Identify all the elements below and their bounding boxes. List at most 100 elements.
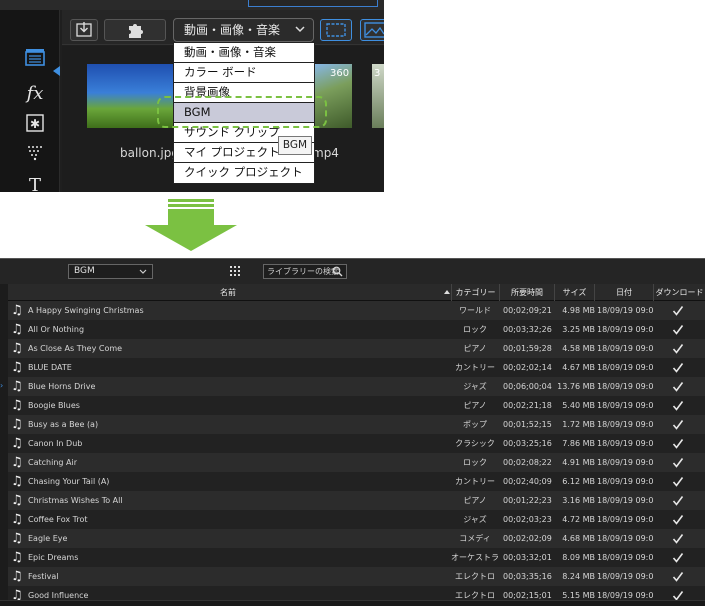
column-header-download[interactable]: ダウンロード — [653, 284, 705, 301]
table-row[interactable]: ♫ Busy as a Bee (a) ポップ 00;01;52;15 1.72… — [8, 415, 705, 434]
cell-category: カントリー — [455, 477, 495, 486]
category-select[interactable]: BGM — [68, 264, 153, 279]
bgm-highlight — [157, 96, 327, 128]
view-image-button[interactable] — [360, 19, 384, 41]
filter-select-value: 動画・画像・音楽 — [184, 23, 281, 37]
search-placeholder: ライブラリーの検索 — [267, 267, 339, 276]
cell-size: 4.58 MB — [562, 344, 595, 353]
cell-category: カントリー — [455, 363, 495, 372]
cell-date: 18/09/19 09:00 — [597, 553, 653, 562]
music-note-icon: ♫ — [11, 303, 23, 318]
downloaded-check-icon — [672, 553, 684, 563]
particle-room-icon[interactable]: ✱ — [22, 114, 48, 138]
table-row[interactable]: ♫ Catching Air ロック 00;02;08;22 4.91 MB 1… — [8, 453, 705, 472]
table-row[interactable]: ♫ Epic Dreams オーケストラ 00;03;32;01 8.09 MB… — [8, 548, 705, 567]
transition-icon — [28, 146, 42, 161]
cell-name: Blue Horns Drive — [28, 382, 96, 391]
title-icon[interactable]: T — [22, 174, 48, 192]
top-strip — [0, 0, 384, 10]
cell-date: 18/09/19 09:00 — [597, 325, 653, 334]
column-header-size[interactable]: サイズ — [554, 284, 594, 301]
puzzle-icon — [129, 24, 143, 38]
landscape-icon — [364, 22, 384, 38]
library-search-input[interactable]: ライブラリーの検索 — [263, 264, 347, 279]
cell-name: As Close As They Come — [28, 344, 123, 353]
column-header-duration[interactable]: 所要時間 — [499, 284, 554, 301]
music-note-icon: ♫ — [11, 341, 23, 356]
table-row[interactable]: ♫ Boogie Blues ピアノ 00;02;21;18 5.40 MB 1… — [8, 396, 705, 415]
cell-size: 1.72 MB — [562, 420, 595, 429]
cell-size: 4.72 MB — [562, 515, 595, 524]
cell-duration: 00;02;09;21 — [503, 306, 552, 315]
table-header: 名前 カテゴリー 所要時間 サイズ 日付 ダウンロード — [8, 284, 705, 301]
cell-size: 4.68 MB — [562, 534, 595, 543]
cell-size: 3.16 MB — [562, 496, 595, 505]
music-note-icon: ♫ — [11, 398, 23, 413]
music-note-icon: ♫ — [11, 531, 23, 546]
cell-name: Catching Air — [28, 458, 77, 467]
downloaded-check-icon — [672, 325, 684, 335]
cell-duration: 00;02;02;09 — [503, 534, 552, 543]
cell-date: 18/09/19 09:00 — [597, 458, 653, 467]
media-filter-select[interactable]: 動画・画像・音楽 — [173, 18, 314, 42]
music-note-icon: ♫ — [11, 550, 23, 565]
music-note-icon: ♫ — [11, 455, 23, 470]
cell-duration: 00;02;40;09 — [503, 477, 552, 486]
table-row[interactable]: ♫ As Close As They Come ピアノ 00;01;59;28 … — [8, 339, 705, 358]
column-header-category[interactable]: カテゴリー — [451, 284, 499, 301]
cell-size: 7.86 MB — [562, 439, 595, 448]
cell-category: ジャズ — [463, 382, 487, 391]
table-row[interactable]: ♫ A Happy Swinging Christmas ワールド 00;02;… — [8, 301, 705, 320]
bgm-library-panel: BGM ライブラリーの検索 名前 カテゴリー 所要時間 サイズ 日付 ダウンロー… — [0, 258, 705, 606]
table-row[interactable]: ♫ Coffee Fox Trot ジャズ 00;02;03;23 4.72 M… — [8, 510, 705, 529]
cell-duration: 00;03;25;16 — [503, 439, 552, 448]
cell-date: 18/09/19 09:00 — [597, 306, 653, 315]
cell-date: 18/09/19 09:00 — [597, 572, 653, 581]
cell-size: 8.09 MB — [562, 553, 595, 562]
cell-size: 3.25 MB — [562, 325, 595, 334]
downloaded-check-icon — [672, 344, 684, 354]
dropdown-option-color-board[interactable]: カラー ボード — [174, 63, 314, 83]
media-room-icon[interactable] — [22, 48, 48, 72]
cell-category: ロック — [463, 458, 487, 467]
fx-icon[interactable]: fx — [22, 82, 48, 106]
cell-size: 13.76 MB — [557, 382, 595, 391]
bgm-table: ♫ A Happy Swinging Christmas ワールド 00;02;… — [8, 301, 705, 606]
table-row[interactable]: ♫ Blue Horns Drive ジャズ 00;06;00;04 13.76… — [8, 377, 705, 396]
status-strip — [0, 600, 705, 606]
import-button[interactable] — [70, 19, 98, 41]
table-row[interactable]: ♫ Chasing Your Tail (A) カントリー 00;02;40;0… — [8, 472, 705, 491]
cell-date: 18/09/19 09:00 — [597, 382, 653, 391]
dropdown-option-quick-projects[interactable]: クイック プロジェクト — [174, 163, 314, 183]
cell-duration: 00;01;52;15 — [503, 420, 552, 429]
cell-duration: 00;02;08;22 — [503, 458, 552, 467]
table-row[interactable]: ♫ Christmas Wishes To All ピアノ 00;01;22;2… — [8, 491, 705, 510]
cell-category: エレクトロ — [455, 572, 495, 581]
table-row[interactable]: ♫ BLUE DATE カントリー 00;02;02;14 4.67 MB 18… — [8, 358, 705, 377]
music-note-icon: ♫ — [11, 474, 23, 489]
table-row[interactable]: ♫ Festival エレクトロ 00;03;35;16 8.24 MB 18/… — [8, 567, 705, 586]
cell-date: 18/09/19 09:00 — [597, 401, 653, 410]
cell-category: ピアノ — [463, 344, 487, 353]
view-storyboard-button[interactable] — [320, 19, 352, 41]
downloaded-check-icon — [672, 382, 684, 392]
search-icon[interactable] — [332, 266, 343, 277]
cell-duration: 00;02;21;18 — [503, 401, 552, 410]
table-row[interactable]: ♫ Eagle Eye コメディ 00;02;02;09 4.68 MB 18/… — [8, 529, 705, 548]
music-note-icon: ♫ — [11, 436, 23, 451]
column-header-name[interactable]: 名前 — [8, 284, 448, 301]
transition-room-icon[interactable] — [22, 144, 48, 168]
dropdown-option-media[interactable]: 動画・画像・音楽 — [174, 43, 314, 63]
table-row[interactable]: ♫ All Or Nothing ロック 00;03;32;26 3.25 MB… — [8, 320, 705, 339]
cell-duration: 00;01;22;23 — [503, 496, 552, 505]
top-strip-box — [248, 0, 378, 7]
collapse-arrow-icon[interactable]: › — [0, 379, 6, 393]
cell-duration: 00;02;02;14 — [503, 363, 552, 372]
grid-view-icon[interactable] — [229, 265, 241, 277]
plugins-button[interactable] — [104, 19, 166, 41]
column-header-date[interactable]: 日付 — [594, 284, 653, 301]
table-row[interactable]: ♫ Canon In Dub クラシック 00;03;25;16 7.86 MB… — [8, 434, 705, 453]
cell-name: All Or Nothing — [28, 325, 85, 334]
badge-360: 360 — [330, 68, 350, 79]
badge-partial: 3 — [374, 68, 381, 79]
